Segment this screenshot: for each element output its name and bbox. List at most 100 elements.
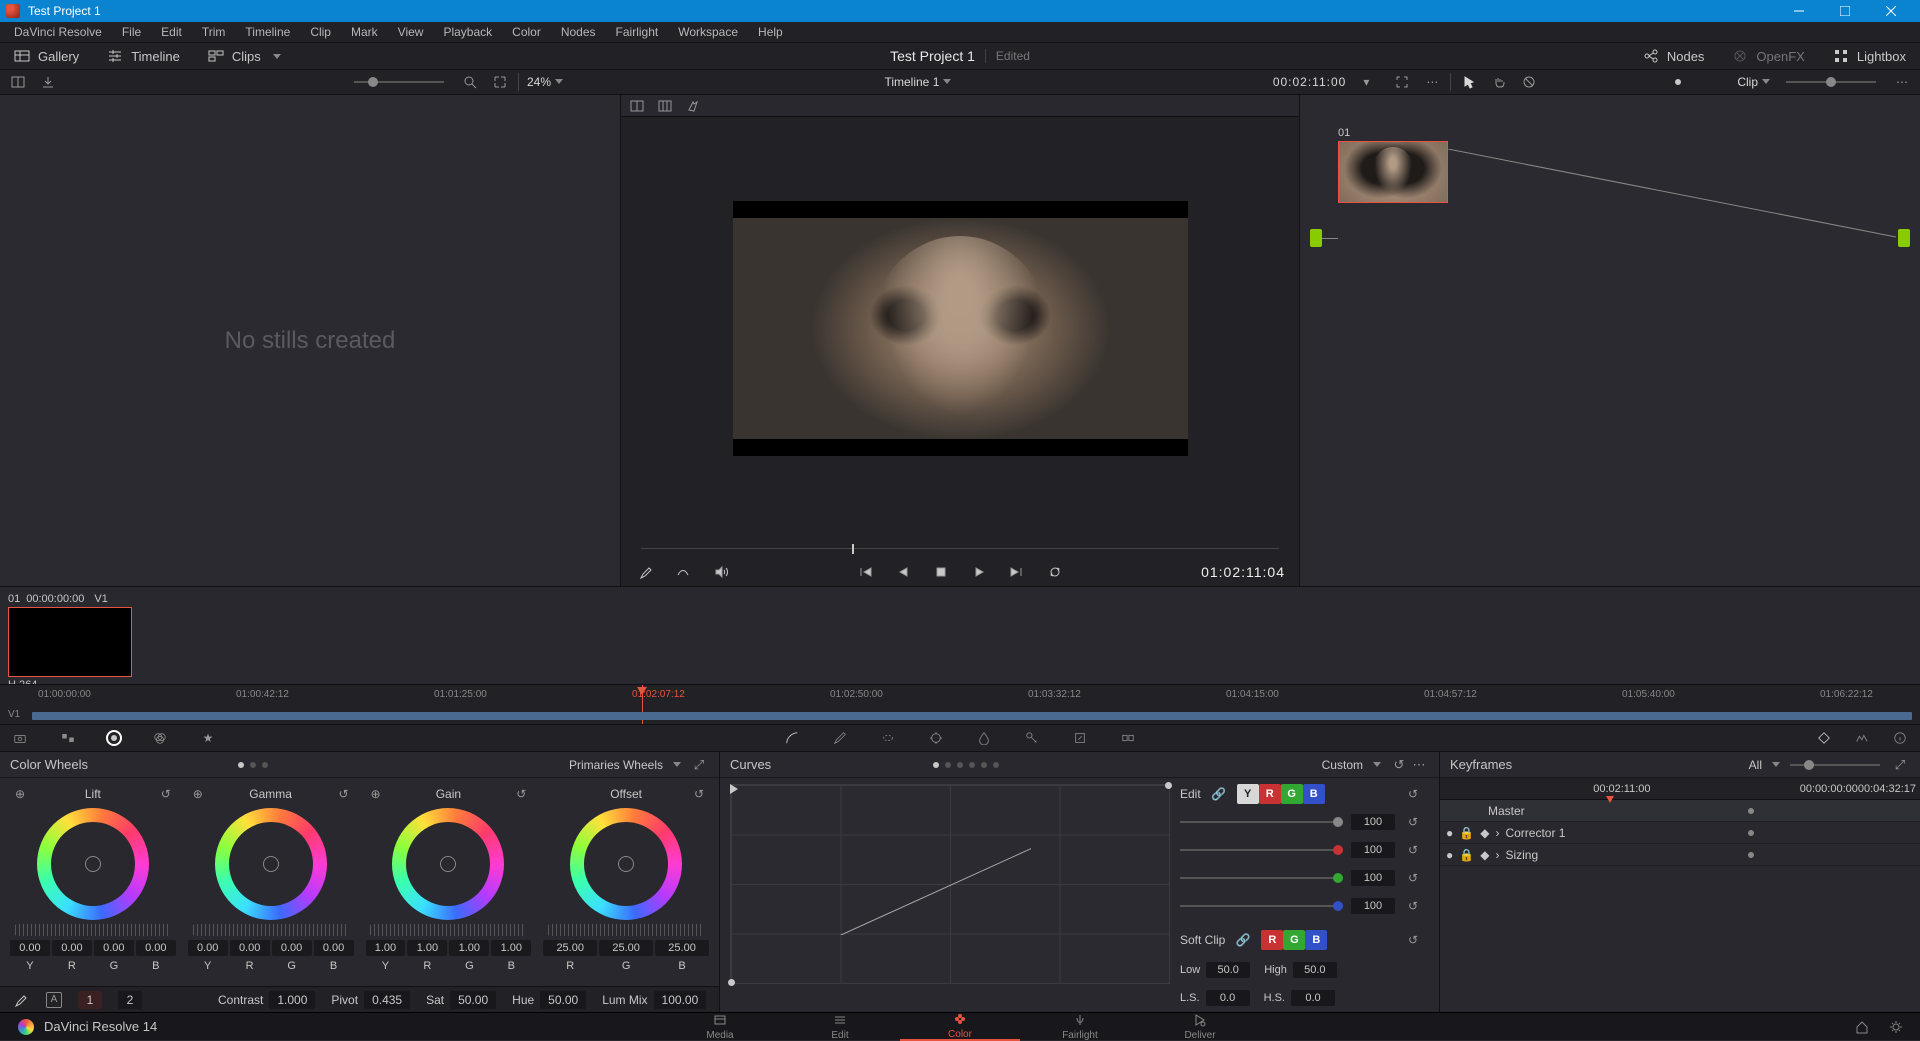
clips-toggle[interactable]: Clips bbox=[194, 43, 295, 69]
disable-tool-icon[interactable] bbox=[1519, 72, 1539, 92]
camera-raw-icon[interactable] bbox=[10, 728, 30, 748]
prev-clip-button[interactable] bbox=[855, 562, 875, 582]
softclip-reset-icon[interactable]: ↺ bbox=[1403, 930, 1423, 950]
wheels-mode[interactable]: Primaries Wheels bbox=[569, 758, 681, 772]
nodes-panel[interactable]: 01 bbox=[1300, 95, 1920, 586]
soft-low-value[interactable]: 50.0 bbox=[1206, 962, 1250, 978]
node-zoom-slider[interactable] bbox=[1826, 77, 1836, 87]
unmix-icon[interactable] bbox=[673, 562, 693, 582]
wheel-picker-icon[interactable] bbox=[543, 784, 563, 804]
channel-g-button[interactable]: G bbox=[1281, 784, 1303, 804]
edit-reset-icon[interactable]: ↺ bbox=[1403, 784, 1423, 804]
image-wipe-icon[interactable] bbox=[627, 96, 647, 116]
reset-y-icon[interactable]: ↺ bbox=[1403, 812, 1423, 832]
reset-g-icon[interactable]: ↺ bbox=[1403, 868, 1423, 888]
lightbox-toggle[interactable]: Lightbox bbox=[1819, 48, 1920, 64]
menu-help[interactable]: Help bbox=[748, 25, 793, 39]
viewer-scrubber[interactable] bbox=[641, 540, 1279, 558]
color-wheel-offset[interactable] bbox=[570, 808, 682, 920]
menu-file[interactable]: File bbox=[112, 25, 151, 39]
kf-row-master[interactable]: Master bbox=[1440, 800, 1920, 822]
kf-row-sizing[interactable]: ●🔒◆›Sizing bbox=[1440, 844, 1920, 866]
awb-icon[interactable]: A bbox=[46, 992, 62, 1008]
menu-fairlight[interactable]: Fairlight bbox=[606, 25, 669, 39]
clip-item[interactable]: 0100:00:00:00V1 H.264 bbox=[8, 591, 132, 693]
page-deliver[interactable]: Deliver bbox=[1140, 1013, 1260, 1041]
mute-icon[interactable] bbox=[711, 562, 731, 582]
tc-menu-icon[interactable]: ▾ bbox=[1356, 72, 1376, 92]
stereo-icon[interactable] bbox=[1118, 728, 1138, 748]
auto-balance-icon[interactable] bbox=[10, 990, 30, 1010]
menu-view[interactable]: View bbox=[388, 25, 434, 39]
page-media[interactable]: Media bbox=[660, 1013, 780, 1041]
key-icon[interactable] bbox=[1022, 728, 1042, 748]
expand-icon[interactable] bbox=[490, 72, 510, 92]
pivot-value[interactable]: 0.435 bbox=[364, 991, 410, 1009]
kf-row-corrector[interactable]: ●🔒◆›Corrector 1 bbox=[1440, 822, 1920, 844]
export-still-icon[interactable] bbox=[38, 72, 58, 92]
color-wheel-gain[interactable] bbox=[392, 808, 504, 920]
timeline-toggle[interactable]: Timeline bbox=[93, 43, 194, 69]
highlight-icon[interactable] bbox=[683, 96, 703, 116]
intensity-r-slider[interactable] bbox=[1180, 849, 1343, 851]
page-fairlight[interactable]: Fairlight bbox=[1020, 1013, 1140, 1041]
loop-button[interactable] bbox=[1045, 562, 1065, 582]
link-icon[interactable]: 🔗 bbox=[1209, 784, 1229, 804]
sizing-icon[interactable] bbox=[1070, 728, 1090, 748]
sat-value[interactable]: 50.00 bbox=[450, 991, 496, 1009]
rgb-mixer-icon[interactable] bbox=[150, 728, 170, 748]
clip-thumbnail[interactable] bbox=[8, 607, 132, 677]
master-jog-offset[interactable] bbox=[548, 924, 704, 936]
project-settings-icon[interactable] bbox=[1886, 1017, 1906, 1037]
master-jog-gamma[interactable] bbox=[193, 924, 349, 936]
openfx-toggle[interactable]: OpenFX bbox=[1718, 48, 1818, 64]
soft-high-value[interactable]: 50.0 bbox=[1293, 962, 1337, 978]
wheels-expand-icon[interactable]: ⤢ bbox=[689, 755, 709, 775]
menu-timeline[interactable]: Timeline bbox=[235, 25, 300, 39]
curves-icon[interactable] bbox=[782, 728, 802, 748]
wheel-reset-icon[interactable]: ↺ bbox=[334, 784, 354, 804]
curve-editor[interactable] bbox=[730, 784, 1170, 984]
window-maximize-button[interactable] bbox=[1822, 0, 1868, 22]
keyframe-timeline[interactable]: Master ●🔒◆›Corrector 1 ●🔒◆›Sizing bbox=[1440, 800, 1920, 1012]
reset-r-icon[interactable]: ↺ bbox=[1403, 840, 1423, 860]
menu-edit[interactable]: Edit bbox=[151, 25, 192, 39]
mini-timeline[interactable]: 01:00:00:00 01:00:42:12 01:01:25:00 01:0… bbox=[0, 684, 1920, 724]
channel-y-button[interactable]: Y bbox=[1237, 784, 1259, 804]
kf-zoom-slider[interactable] bbox=[1804, 760, 1814, 770]
page-edit[interactable]: Edit bbox=[780, 1013, 900, 1041]
qualifier-icon[interactable] bbox=[830, 728, 850, 748]
master-jog-gain[interactable] bbox=[370, 924, 526, 936]
curves-options-icon[interactable]: ⋯ bbox=[1409, 755, 1429, 775]
search-icon[interactable] bbox=[460, 72, 480, 92]
gallery-zoom-slider[interactable] bbox=[368, 77, 378, 87]
channel-r-button[interactable]: R bbox=[1259, 784, 1281, 804]
soft-r-button[interactable]: R bbox=[1261, 930, 1283, 950]
wheel-reset-icon[interactable]: ↺ bbox=[511, 784, 531, 804]
blur-icon[interactable] bbox=[974, 728, 994, 748]
menu-clip[interactable]: Clip bbox=[300, 25, 341, 39]
nodes-toggle[interactable]: Nodes bbox=[1629, 48, 1719, 64]
kf-expand-icon[interactable]: ⤢ bbox=[1890, 755, 1910, 775]
kf-playhead[interactable] bbox=[1610, 796, 1611, 1008]
wheel-picker-icon[interactable]: ⊕ bbox=[10, 784, 30, 804]
page-2-button[interactable]: 2 bbox=[118, 991, 142, 1009]
color-picker-icon[interactable] bbox=[635, 562, 655, 582]
pointer-tool-icon[interactable] bbox=[1459, 72, 1479, 92]
contrast-value[interactable]: 1.000 bbox=[269, 991, 315, 1009]
channel-b-button[interactable]: B bbox=[1303, 784, 1325, 804]
timeline-track[interactable] bbox=[32, 712, 1912, 720]
lummix-value[interactable]: 100.00 bbox=[654, 991, 707, 1009]
motion-effects-icon[interactable]: ★ bbox=[198, 728, 218, 748]
node-thumb[interactable] bbox=[1338, 141, 1448, 203]
node-options-icon[interactable]: ⋯ bbox=[1892, 72, 1912, 92]
soft-b-button[interactable]: B bbox=[1305, 930, 1327, 950]
node-input[interactable] bbox=[1310, 229, 1322, 247]
wheel-reset-icon[interactable]: ↺ bbox=[689, 784, 709, 804]
menu-playback[interactable]: Playback bbox=[433, 25, 502, 39]
viewer-zoom[interactable]: 24% bbox=[527, 75, 563, 89]
softclip-link-icon[interactable]: 🔗 bbox=[1233, 930, 1253, 950]
scopes-icon[interactable] bbox=[1852, 728, 1872, 748]
split-view-icon[interactable] bbox=[8, 72, 28, 92]
page-1-button[interactable]: 1 bbox=[78, 991, 102, 1009]
